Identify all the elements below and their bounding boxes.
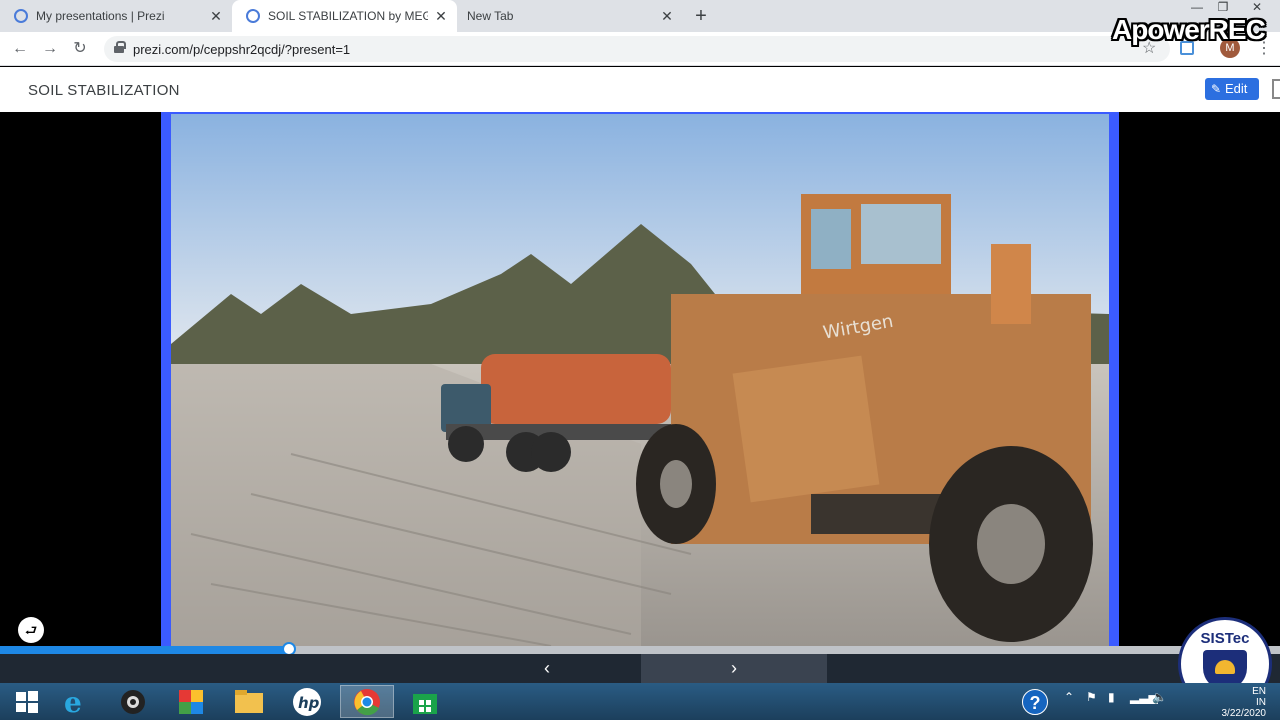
- recorder-watermark: ApowerREC: [1112, 14, 1266, 45]
- url-text: prezi.com/p/ceppshr2qcdj/?present=1: [133, 42, 351, 57]
- address-bar[interactable]: prezi.com/p/ceppshr2qcdj/?present=1: [104, 36, 1170, 62]
- tab-title: New Tab: [467, 9, 514, 23]
- progress-bar[interactable]: [0, 642, 1280, 656]
- tab-my-presentations[interactable]: My presentations | Prezi ✕: [0, 0, 232, 32]
- back-arrow-icon[interactable]: ←: [9, 38, 31, 60]
- browser-toolbar: ← → ↻ prezi.com/p/ceppshr2qcdj/?present=…: [0, 32, 1280, 66]
- logo-text: SISTec: [1200, 630, 1250, 647]
- close-icon[interactable]: ✕: [208, 8, 224, 24]
- tray-arrow-icon[interactable]: ⌃: [1064, 690, 1074, 704]
- paint-icon[interactable]: [164, 685, 218, 718]
- presentation-title: SOIL STABILIZATION: [28, 82, 180, 99]
- date-text: 3/22/2020: [1221, 708, 1267, 719]
- reload-icon[interactable]: ↻: [69, 38, 91, 60]
- edit-button[interactable]: ✎ Edit: [1205, 78, 1259, 100]
- slide-frame: Wirtgen: [161, 112, 1119, 646]
- tab-title: My presentations | Prezi: [36, 9, 165, 23]
- side-panel-icon[interactable]: [1272, 79, 1280, 99]
- forward-arrow-icon[interactable]: →: [39, 38, 61, 60]
- lock-icon: [114, 41, 126, 53]
- help-icon[interactable]: ?: [1022, 689, 1048, 715]
- tab-soil-stabilization[interactable]: SOIL STABILIZATION by MEGHA ✕: [232, 0, 457, 32]
- svg-text:e: e: [64, 687, 82, 717]
- next-slide-button[interactable]: ›: [641, 654, 827, 683]
- presentation-stage: Wirtgen ⮐: [0, 112, 1280, 646]
- tab-title: SOIL STABILIZATION by MEGHA: [268, 9, 428, 23]
- hp-icon[interactable]: hp: [280, 685, 334, 718]
- system-clock[interactable]: EN IN 3/22/2020: [1178, 686, 1267, 719]
- maximize-button[interactable]: ❐: [1214, 0, 1232, 14]
- minimize-button[interactable]: —: [1188, 0, 1206, 14]
- pencil-icon: ✎: [1211, 82, 1222, 96]
- battery-icon[interactable]: ▮: [1108, 690, 1115, 704]
- slide-photo: Wirtgen: [171, 114, 1109, 646]
- internet-explorer-icon[interactable]: e: [48, 685, 102, 718]
- edit-label: Edit: [1225, 81, 1248, 96]
- chrome-icon[interactable]: [340, 685, 394, 718]
- language-indicator: EN: [1252, 686, 1266, 697]
- tab-strip: My presentations | Prezi ✕ SOIL STABILIZ…: [0, 0, 1280, 32]
- svg-text:hp: hp: [298, 694, 320, 712]
- windows-start-icon[interactable]: [0, 685, 54, 718]
- globe-icon: [14, 9, 28, 23]
- slide-navigation: ‹ ›: [0, 654, 1280, 683]
- file-explorer-icon[interactable]: [222, 685, 276, 718]
- region-indicator: IN: [1256, 697, 1266, 708]
- globe-icon: [246, 9, 260, 23]
- webcam-icon[interactable]: [106, 685, 160, 718]
- volume-icon[interactable]: 🔈: [1152, 690, 1167, 704]
- tab-new-tab[interactable]: New Tab ✕: [457, 0, 683, 32]
- store-icon[interactable]: [398, 685, 452, 718]
- prezi-header: SOIL STABILIZATION ✎ Edit: [0, 67, 1280, 112]
- close-icon[interactable]: ✕: [659, 8, 675, 24]
- previous-slide-button[interactable]: ‹: [536, 656, 558, 680]
- new-tab-button[interactable]: +: [690, 5, 712, 27]
- progress-fill: [0, 646, 290, 654]
- flag-icon[interactable]: ⚑: [1086, 690, 1097, 704]
- exit-presentation-button[interactable]: ⮐: [18, 617, 44, 643]
- window-close-button[interactable]: ✕: [1248, 0, 1266, 14]
- close-icon[interactable]: ✕: [433, 8, 449, 24]
